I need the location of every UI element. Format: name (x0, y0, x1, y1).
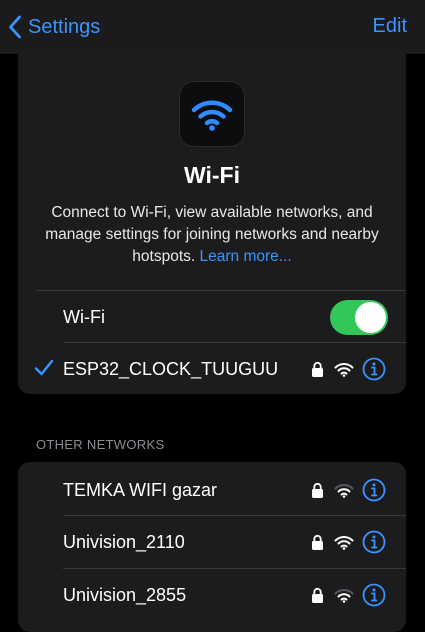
other-networks-card: TEMKA WIFI gazar Univision_2110 Univisio… (18, 462, 406, 632)
lock-icon (312, 482, 323, 498)
network-name: Univision_2110 (63, 531, 185, 552)
checkmark-icon (34, 359, 54, 376)
other-networks-header: OTHER NETWORKS (36, 437, 165, 452)
page-description: Connect to Wi-Fi, view available network… (34, 202, 390, 268)
wifi-toggle[interactable] (330, 299, 388, 335)
wifi-signal-icon (334, 535, 354, 550)
wifi-app-icon (179, 81, 245, 147)
wifi-icon (191, 100, 233, 131)
network-name: Univision_2855 (63, 584, 187, 605)
network-row[interactable]: Univision_2110 (18, 516, 406, 568)
info-icon[interactable] (362, 583, 386, 607)
wifi-toggle-row: Wi-Fi (18, 291, 406, 343)
info-icon[interactable] (362, 530, 386, 554)
network-row[interactable]: Univision_2855 (18, 569, 406, 621)
back-button-label: Settings (28, 15, 101, 38)
lock-icon (312, 534, 323, 550)
navigation-bar: Settings Edit (0, 0, 425, 54)
network-row[interactable]: TEMKA WIFI gazar (18, 464, 406, 516)
back-button[interactable]: Settings (8, 12, 100, 42)
learn-more-link[interactable]: Learn more... (200, 248, 292, 265)
wifi-signal-icon (334, 483, 354, 498)
info-icon[interactable] (362, 478, 386, 502)
wifi-signal-icon (334, 362, 354, 377)
lock-icon (312, 361, 323, 377)
wifi-signal-icon (334, 588, 354, 603)
edit-button[interactable]: Edit (373, 15, 407, 38)
network-name: TEMKA WIFI gazar (63, 479, 218, 500)
network-name: ESP32_CLOCK_TUUGUU (63, 358, 279, 379)
page-title: Wi-Fi (184, 162, 240, 188)
wifi-toggle-label: Wi-Fi (63, 306, 105, 327)
info-icon[interactable] (362, 357, 386, 381)
connected-network-row[interactable]: ESP32_CLOCK_TUUGUU (18, 343, 406, 394)
wifi-settings-card: Wi-Fi Connect to Wi-Fi, view available n… (18, 54, 406, 394)
chevron-left-icon (9, 15, 21, 39)
lock-icon (312, 587, 323, 603)
toggle-knob (355, 301, 386, 333)
